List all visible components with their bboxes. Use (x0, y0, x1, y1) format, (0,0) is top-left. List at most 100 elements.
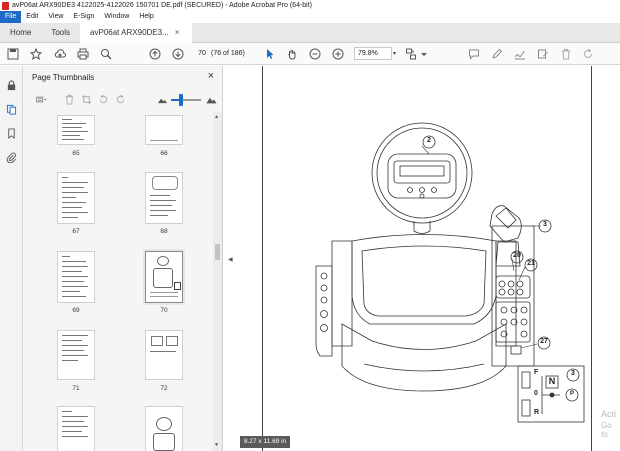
select-cursor-icon[interactable] (262, 46, 278, 62)
page-thumbnails-panel: Page Thumbnails × 65 66 67 68 69 70 71 7… (23, 66, 223, 451)
menu-esign[interactable]: E-Sign (68, 11, 99, 23)
zoom-out-icon[interactable] (307, 46, 323, 62)
next-page-icon[interactable] (170, 46, 186, 62)
tab-home[interactable]: Home (0, 23, 41, 43)
page-thumbnail[interactable] (57, 406, 95, 451)
thumbnail-image (174, 282, 181, 290)
thumbnail-image (157, 256, 169, 266)
rotate-icon[interactable] (580, 46, 596, 62)
menu-file[interactable]: File (0, 11, 22, 23)
acrobat-logo-icon (2, 1, 9, 10)
thumbnail-image (153, 268, 173, 288)
thumbnail-size-slider[interactable] (171, 94, 201, 106)
thumbnail-list: 65 66 67 68 69 70 71 72 (23, 112, 211, 451)
page-size-indicator: 8.27 x 11.69 in (240, 436, 291, 448)
window-title: avP06at ARX90DE3 4122025-4122026 150701 … (12, 2, 313, 9)
callout-label-3: 3 (543, 221, 547, 228)
thumbnail-label: 72 (160, 385, 168, 392)
panel-close-icon[interactable]: × (208, 70, 214, 82)
page-thumbnail[interactable] (57, 115, 95, 145)
thumbnail-scrollbar[interactable]: ▲ ▼ (213, 112, 222, 451)
tab-document[interactable]: avP06at ARX90DE3... × (80, 23, 193, 43)
delete-page-icon[interactable] (63, 93, 76, 106)
thumbnail-image (153, 433, 175, 451)
save-icon[interactable] (5, 46, 21, 62)
hand-tool-icon[interactable] (284, 46, 300, 62)
page-thumbnail[interactable] (145, 330, 183, 380)
inset-label-r: R (534, 409, 540, 416)
page-thumbnail[interactable] (57, 172, 95, 224)
large-thumbnail-icon[interactable] (204, 93, 219, 106)
attachments-paperclip-icon[interactable] (4, 150, 18, 164)
zoom-in-icon[interactable] (330, 46, 346, 62)
menu-help[interactable]: Help (134, 11, 158, 23)
callout-label-2: 2 (427, 137, 431, 144)
title-bar: avP06at ARX90DE3 4122025-4122026 150701 … (0, 0, 620, 11)
print-icon[interactable] (75, 46, 91, 62)
zoom-level-field[interactable]: 79.8% (354, 47, 392, 60)
cab-controls-diagram (315, 122, 585, 423)
highlight-pen-icon[interactable] (489, 46, 505, 62)
page-count: (76 of 186) (211, 50, 245, 57)
upload-cloud-icon[interactable] (52, 46, 68, 62)
menu-view[interactable]: View (43, 11, 68, 23)
page-display-dropdown-icon[interactable] (416, 46, 432, 62)
navigation-rail (0, 66, 23, 451)
thumbnail-image (156, 417, 172, 431)
delete-icon[interactable] (558, 46, 574, 62)
scroll-down-icon[interactable]: ▼ (214, 442, 219, 448)
page-thumbnail-selected[interactable] (143, 249, 185, 305)
activate-windows-watermark: Acti (601, 409, 617, 419)
inset-label-p: P (569, 391, 574, 397)
thumbnail-label: 69 (72, 307, 80, 314)
menu-bar: File Edit View E-Sign Window Help (0, 11, 620, 23)
scroll-up-icon[interactable]: ▲ (214, 114, 219, 120)
bookmarks-icon[interactable] (4, 126, 18, 140)
options-menu-icon[interactable] (31, 93, 51, 106)
page-thumbnail[interactable] (145, 406, 183, 451)
page-thumbnail[interactable] (145, 172, 183, 224)
inset-label-3: 3 (571, 370, 575, 377)
panel-title: Page Thumbnails (32, 73, 95, 82)
panel-toolbar (23, 88, 223, 110)
main-toolbar: 70 (76 of 186) 79.8% ▾ (0, 43, 620, 65)
collapse-panel-icon[interactable]: ◀ (228, 256, 233, 263)
tab-tools[interactable]: Tools (41, 23, 80, 43)
inset-label-n: N (548, 376, 556, 386)
menu-edit[interactable]: Edit (21, 11, 43, 23)
scrollbar-thumb[interactable] (215, 244, 220, 260)
menu-window[interactable]: Window (99, 11, 134, 23)
thumbnail-label: 68 (160, 228, 168, 235)
crop-page-icon[interactable] (80, 93, 93, 106)
edit-pdf-icon[interactable] (535, 46, 551, 62)
page-thumbnail[interactable] (145, 115, 183, 145)
previous-page-icon[interactable] (147, 46, 163, 62)
callout-label-20: 20 (513, 252, 521, 259)
zoom-dropdown-icon[interactable]: ▾ (393, 50, 396, 57)
thumbnail-label: 66 (160, 150, 168, 157)
bookmark-star-icon[interactable] (28, 46, 44, 62)
slider-handle[interactable] (179, 94, 183, 106)
activate-windows-watermark-sub: Go to (601, 421, 612, 439)
document-view[interactable]: 2 3 20 21 27 F N 0 R 3 P (234, 66, 620, 451)
page-number-input[interactable]: 70 (195, 47, 209, 60)
security-lock-icon[interactable] (4, 78, 18, 92)
thumbnail-label: 67 (72, 228, 80, 235)
thumbnail-image (151, 336, 163, 346)
page-thumbnail[interactable] (57, 251, 95, 303)
sign-icon[interactable] (512, 46, 528, 62)
thumbnail-image (166, 336, 178, 346)
page-thumbnail[interactable] (57, 330, 95, 380)
find-icon[interactable] (98, 46, 114, 62)
seat-console-illustration (315, 225, 535, 392)
rotate-left-icon[interactable] (97, 93, 110, 106)
thumbnail-image (152, 176, 178, 190)
small-thumbnail-icon[interactable] (156, 93, 169, 106)
thumbnail-label: 65 (72, 150, 80, 157)
comment-icon[interactable] (466, 46, 482, 62)
tab-close-icon[interactable]: × (175, 23, 180, 43)
tab-document-label: avP06at ARX90DE3... (90, 28, 169, 37)
rotate-right-icon[interactable] (114, 93, 127, 106)
page-thumbnails-icon[interactable] (4, 102, 18, 116)
callout-label-21: 21 (527, 260, 535, 267)
